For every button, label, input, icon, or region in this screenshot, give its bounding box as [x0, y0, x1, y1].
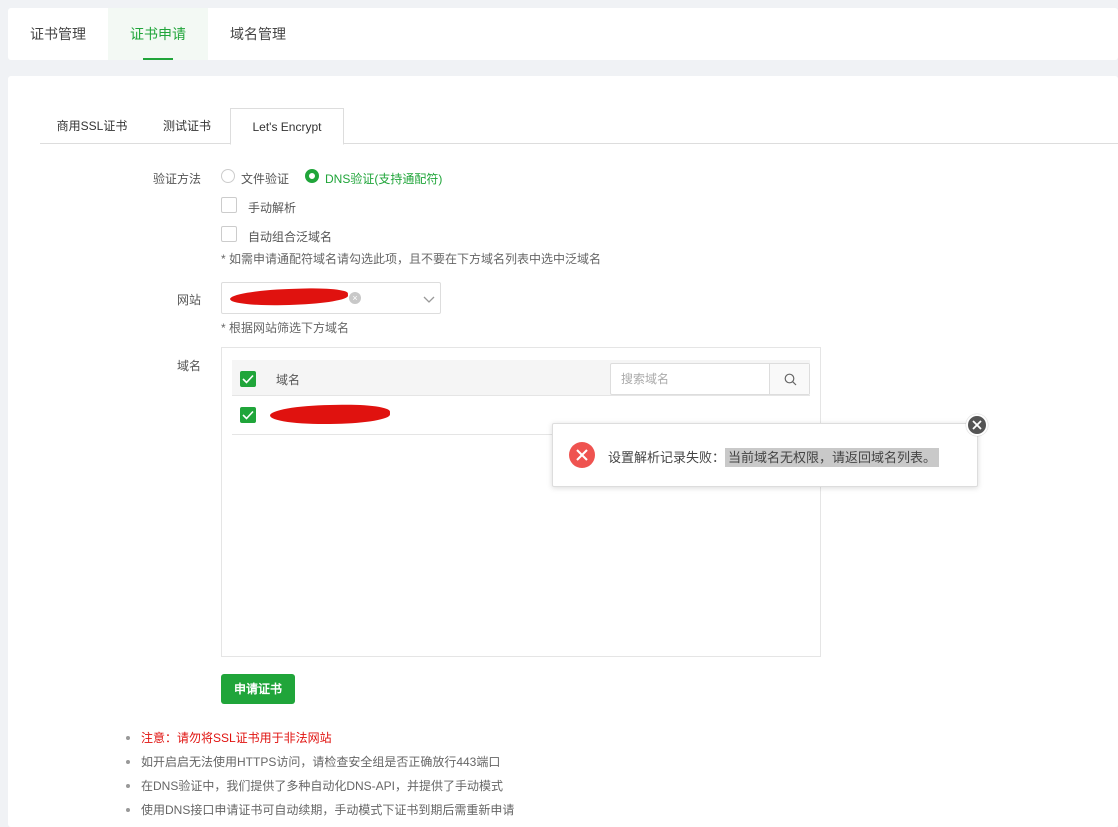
redacted-domain-name — [269, 403, 391, 426]
radio-dns-verify[interactable] — [305, 169, 319, 183]
search-icon — [784, 373, 797, 386]
sub-tab-bar: 商用SSL证书 测试证书 Let's Encrypt — [40, 108, 1118, 145]
error-toast: 设置解析记录失败： 当前域名无权限，请返回域名列表。 — [552, 423, 978, 487]
apply-cert-button[interactable]: 申请证书 — [221, 674, 295, 704]
domain-table-header: 域名 — [232, 360, 810, 396]
subtab-test-cert[interactable]: 测试证书 — [144, 108, 230, 144]
list-item: 使用DNS接口申请证书可自动续期，手动模式下证书到期后需重新申请 — [126, 800, 514, 824]
list-item: 注意：请勿将SSL证书用于非法网站 — [126, 728, 514, 752]
domain-label: 域名 — [176, 359, 201, 373]
x-mark-icon — [576, 449, 588, 461]
x-mark-icon — [972, 420, 982, 430]
radio-dns-verify-label[interactable]: DNS验证(支持通配符) — [325, 170, 442, 187]
close-icon[interactable] — [966, 414, 988, 436]
site-select[interactable]: × — [221, 282, 441, 314]
tab-cert-apply[interactable]: 证书申请 — [108, 8, 208, 60]
subtab-lets-encrypt[interactable]: Let's Encrypt — [230, 108, 344, 145]
auto-wildcard-label[interactable]: 自动组合泛域名 — [248, 228, 332, 245]
notes-list: 注意：请勿将SSL证书用于非法网站 如开启启无法使用HTTPS访问，请检查安全组… — [126, 728, 514, 824]
redacted-site-name — [229, 286, 349, 308]
radio-file-verify[interactable] — [221, 169, 235, 183]
subtab-commercial-ssl[interactable]: 商用SSL证书 — [40, 108, 144, 144]
select-all-checkbox[interactable] — [240, 371, 256, 387]
chevron-down-icon — [423, 296, 435, 303]
top-tab-bar: 证书管理 证书申请 域名管理 — [8, 8, 1118, 60]
error-icon — [569, 442, 595, 468]
toast-message-highlight: 当前域名无权限，请返回域名列表。 — [725, 448, 940, 467]
domain-search — [610, 363, 810, 395]
site-label: 网站 — [176, 293, 201, 307]
domain-search-input[interactable] — [611, 364, 769, 394]
domain-column-header: 域名 — [276, 373, 301, 387]
wildcard-hint: * 如需申请通配符域名请勾选此项，且不要在下方域名列表中选中泛域名 — [221, 252, 602, 266]
search-button[interactable] — [769, 364, 809, 394]
tag-remove-icon[interactable]: × — [349, 292, 361, 304]
toast-message-prefix: 设置解析记录失败： — [608, 450, 726, 465]
list-item: 在DNS验证中，我们提供了多种自动化DNS-API，并提供了手动模式 — [126, 776, 514, 800]
manual-parse-label[interactable]: 手动解析 — [248, 199, 296, 216]
tab-cert-management[interactable]: 证书管理 — [8, 8, 108, 60]
radio-file-verify-label[interactable]: 文件验证 — [241, 170, 289, 187]
tab-domain-management[interactable]: 域名管理 — [208, 8, 308, 60]
toast-message: 设置解析记录失败： 当前域名无权限，请返回域名列表。 — [608, 447, 940, 467]
manual-parse-checkbox[interactable] — [221, 197, 237, 213]
site-hint: * 根据网站筛选下方域名 — [221, 321, 350, 335]
active-tab-indicator — [143, 58, 173, 60]
check-icon — [242, 374, 254, 384]
row-checkbox[interactable] — [240, 407, 256, 423]
check-icon — [242, 410, 254, 420]
tab-cert-apply-label: 证书申请 — [130, 26, 186, 42]
auto-wildcard-checkbox[interactable] — [221, 226, 237, 242]
list-item: 如开启启无法使用HTTPS访问，请检查安全组是否正确放行443端口 — [126, 752, 514, 776]
verify-method-label: 验证方法 — [152, 172, 201, 186]
domain-table: 域名 — [221, 347, 821, 657]
